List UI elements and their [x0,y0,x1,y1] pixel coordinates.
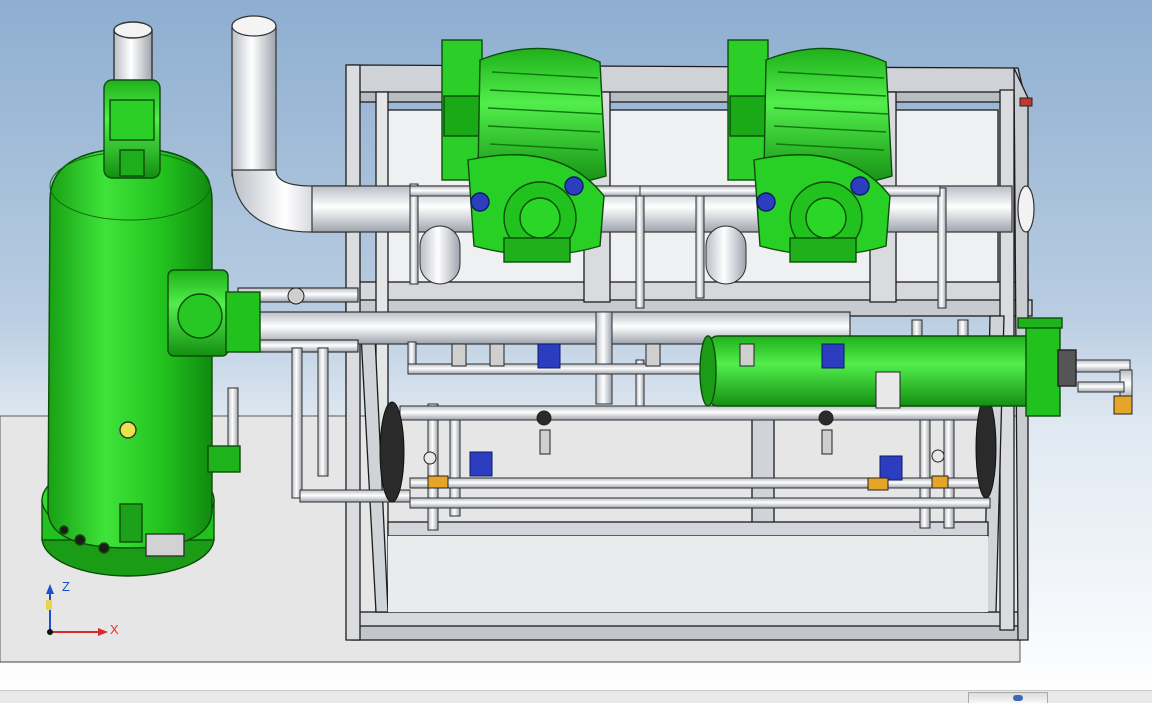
axis-z-label: Z [62,579,70,594]
view-control-widget[interactable] [968,692,1048,703]
view-indicator-icon [1013,695,1023,701]
cad-viewport[interactable]: Z X [0,0,1152,702]
model-scene[interactable] [0,0,1152,690]
axis-x-label: X [110,622,119,637]
